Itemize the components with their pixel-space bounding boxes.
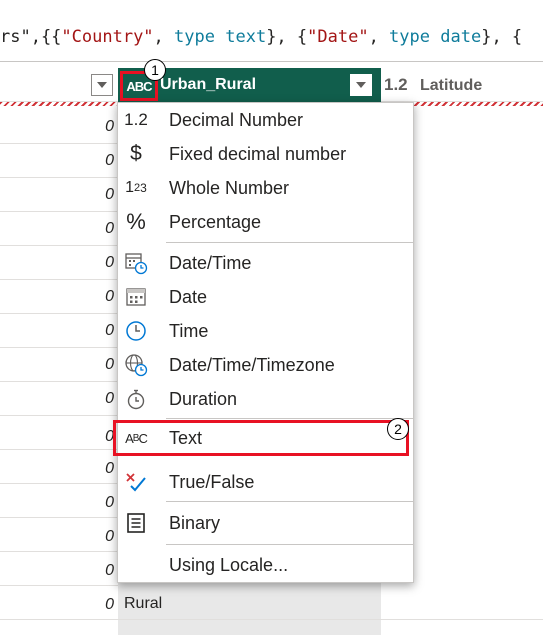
column-header-latitude[interactable]: 1.2 Latitude — [382, 68, 543, 102]
globe-clock-icon — [122, 353, 150, 377]
table-cell[interactable]: 0 — [0, 246, 114, 280]
menu-item-decimal-number[interactable]: 1.2 Decimal Number — [118, 103, 415, 137]
datetime-icon — [122, 251, 150, 275]
formula-segment: type — [389, 27, 430, 47]
formula-segment: }, { — [266, 27, 308, 47]
menu-item-whole-number[interactable]: 123 Whole Number — [118, 171, 415, 205]
menu-item-label: Binary — [169, 513, 221, 533]
menu-item-using-locale[interactable]: Using Locale... — [118, 548, 415, 582]
column-filter-dropdown-button[interactable] — [350, 74, 372, 96]
data-type-menu: 1.2 Decimal Number $ Fixed decimal numbe… — [113, 102, 415, 583]
table-cell[interactable]: 0 — [0, 382, 114, 416]
menu-item-fixed-decimal-number[interactable]: $ Fixed decimal number — [118, 137, 415, 171]
table-cell[interactable]: 0 — [0, 314, 114, 348]
chevron-down-icon — [97, 82, 107, 88]
table-cell[interactable]: 0 — [0, 452, 114, 486]
menu-item-label: Percentage — [169, 212, 262, 232]
abc-type-icon: ABC — [126, 78, 152, 94]
menu-item-date-time[interactable]: Date/Time — [118, 246, 415, 280]
formula-segment: "Country" — [61, 27, 154, 47]
clock-icon — [122, 319, 150, 343]
document-icon — [122, 511, 150, 535]
column-name: Urban_Rural — [160, 76, 257, 93]
table-cell[interactable]: 0 — [0, 110, 114, 144]
chevron-down-icon — [356, 82, 366, 88]
cross-check-icon — [122, 470, 150, 494]
table-cell[interactable]: 0 — [0, 588, 114, 622]
table-cell[interactable]: 0 — [0, 420, 114, 454]
menu-item-label: Duration — [169, 389, 238, 409]
formula-segment: "Date" — [307, 27, 369, 47]
dollar-icon: $ — [130, 142, 142, 165]
menu-separator — [166, 418, 413, 419]
formula-segment: rs",{{ — [0, 27, 62, 47]
formula-segment: date — [440, 27, 482, 47]
decimal-number-icon: 1.2 — [124, 110, 148, 129]
table-cell[interactable]: 0 — [0, 212, 114, 246]
menu-item-label: Time — [169, 321, 209, 341]
table-cell[interactable]: 0 — [0, 280, 114, 314]
table-cell[interactable]: 0 — [0, 486, 114, 520]
column-name: Latitude — [420, 77, 483, 94]
menu-item-label: Fixed decimal number — [169, 144, 347, 164]
formula-segment: , — [153, 27, 175, 47]
whole-number-icon: 123 — [125, 179, 147, 196]
menu-separator — [166, 501, 413, 502]
menu-item-label: Text — [169, 428, 203, 448]
formula-bar[interactable]: rs",{{"Country", type text}, {"Date", ty… — [0, 0, 543, 62]
table-cell[interactable]: 0 — [0, 348, 114, 382]
previous-column-dropdown-button[interactable] — [91, 74, 113, 96]
percent-icon: % — [126, 209, 146, 234]
menu-item-true-false[interactable]: True/False — [118, 465, 415, 499]
table-cell[interactable]: 0 — [0, 178, 114, 212]
menu-item-label: True/False — [169, 472, 255, 492]
menu-item-date[interactable]: Date — [118, 280, 415, 314]
table-cell[interactable]: 0 — [0, 144, 114, 178]
step-badge-2: 2 — [387, 418, 409, 440]
formula-segment: , — [368, 27, 390, 47]
decimal-type-icon[interactable]: 1.2 — [384, 75, 408, 95]
menu-item-time[interactable]: Time — [118, 314, 415, 348]
step-badge-1: 1 — [144, 59, 166, 81]
menu-item-label: Using Locale... — [169, 555, 289, 575]
table-cell[interactable]: 0 — [0, 554, 114, 588]
menu-item-label: Decimal Number — [169, 110, 304, 130]
menu-separator — [166, 242, 413, 243]
menu-item-label: Date/Time — [169, 253, 252, 273]
menu-item-label: Date/Time/Timezone — [169, 355, 335, 375]
menu-item-percentage[interactable]: % Percentage — [118, 205, 415, 239]
formula-segment: text — [225, 27, 267, 47]
formula-segment: type — [174, 27, 215, 47]
table-cell-rural[interactable]: Rural — [124, 595, 162, 613]
menu-item-date-time-timezone[interactable]: Date/Time/Timezone — [118, 348, 415, 382]
stopwatch-icon — [122, 387, 150, 411]
menu-item-label: Date — [169, 287, 208, 307]
menu-item-binary[interactable]: Binary — [118, 506, 415, 540]
menu-item-label: Whole Number — [169, 178, 290, 198]
formula-segment: }, { — [481, 27, 523, 47]
formula-segment — [430, 27, 440, 47]
menu-item-text[interactable]: ABC Text — [113, 420, 409, 456]
table-cell[interactable]: 0 — [0, 520, 114, 554]
menu-separator — [166, 544, 413, 545]
formula-segment — [215, 27, 225, 47]
abc-text-icon: ABC — [125, 430, 148, 446]
formula-text[interactable]: rs",{{"Country", type text}, {"Date", ty… — [0, 27, 522, 47]
calendar-icon — [122, 285, 150, 309]
menu-item-duration[interactable]: Duration — [118, 382, 415, 416]
